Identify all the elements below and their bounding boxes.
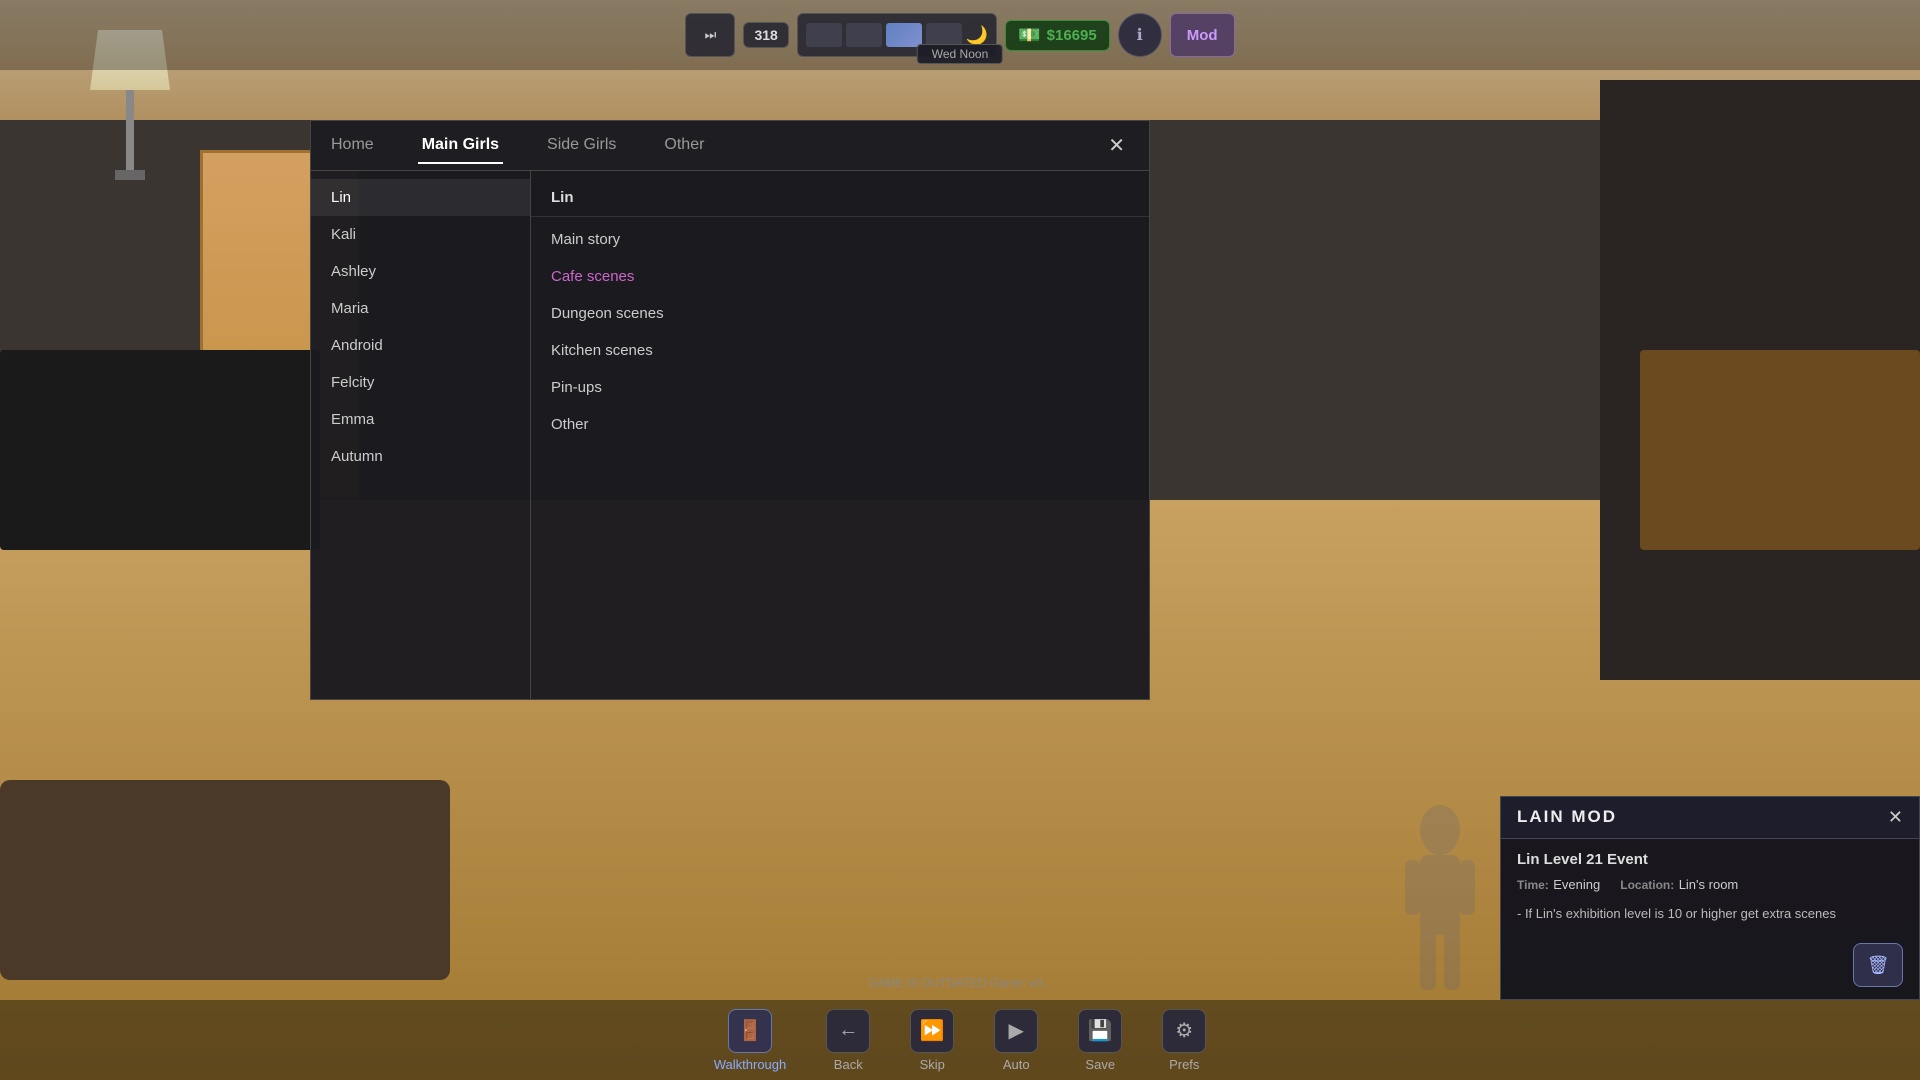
money-icon: 💵 — [1018, 25, 1040, 46]
skip-icon: ⏩ — [910, 1009, 954, 1053]
char-item-lin[interactable]: Lin — [311, 179, 530, 216]
day-counter: 318 — [743, 22, 788, 48]
walkthrough-label: Walkthrough — [714, 1057, 787, 1072]
scene-kitchen-scenes[interactable]: Kitchen scenes — [531, 332, 1149, 369]
lain-mod-title: LAIN MOD — [1517, 807, 1617, 827]
lain-mod-panel: LAIN MOD ✕ Lin Level 21 Event Time: Even… — [1500, 796, 1920, 1001]
mod-button[interactable]: Mod — [1170, 13, 1235, 57]
lain-mod-event-title: Lin Level 21 Event — [1517, 851, 1903, 868]
prefs-button[interactable]: ⚙ Prefs — [1162, 1009, 1206, 1072]
skip-button[interactable]: ⏩ Skip — [910, 1009, 954, 1072]
tab-side-girls[interactable]: Side Girls — [543, 128, 620, 164]
scene-cafe-scenes[interactable]: Cafe scenes — [531, 258, 1149, 295]
time-segment-3-active — [886, 23, 922, 47]
panel-tabs: Home Main Girls Side Girls Other ✕ — [311, 121, 1149, 171]
panel-close-button[interactable]: ✕ — [1100, 129, 1133, 162]
couch-decoration — [0, 780, 450, 980]
scene-panel: Lin Main story Cafe scenes Dungeon scene… — [531, 171, 1149, 699]
back-button[interactable]: ← Back — [826, 1009, 870, 1072]
fast-forward-button[interactable]: ⏭ — [685, 13, 735, 57]
auto-icon: ▶ — [994, 1009, 1038, 1053]
auto-label: Auto — [1003, 1057, 1030, 1072]
back-icon: ← — [826, 1009, 870, 1053]
lain-mod-footer: 🗑 — [1501, 935, 1919, 999]
auto-button[interactable]: ▶ Auto — [994, 1009, 1038, 1072]
char-item-ashley[interactable]: Ashley — [311, 253, 530, 290]
lain-mod-body: Lin Level 21 Event Time: Evening Locatio… — [1501, 839, 1919, 936]
prefs-icon: ⚙ — [1162, 1009, 1206, 1053]
char-item-android[interactable]: Android — [311, 327, 530, 364]
lain-mod-time: Time: Evening — [1517, 876, 1600, 894]
outdated-notice: GAME IS OUTDATED Game: v0... — [868, 976, 1052, 990]
selected-char-header: Lin — [531, 179, 1149, 217]
bottom-bar: 🚪 Walkthrough ← Back ⏩ Skip ▶ Auto 💾 Sav… — [0, 1000, 1920, 1080]
lain-mod-close-button[interactable]: ✕ — [1888, 807, 1903, 828]
scene-main-story[interactable]: Main story — [531, 221, 1149, 258]
char-item-autumn[interactable]: Autumn — [311, 438, 530, 475]
char-item-kali[interactable]: Kali — [311, 216, 530, 253]
scene-other[interactable]: Other — [531, 406, 1149, 443]
walkthrough-button[interactable]: 🚪 Walkthrough — [714, 1009, 787, 1072]
character-silhouette — [1380, 800, 1500, 1000]
moon-icon: 🌙 — [966, 25, 988, 46]
save-icon: 💾 — [1078, 1009, 1122, 1053]
lamp-pole — [126, 90, 134, 170]
lamp-base — [115, 170, 145, 180]
character-list: Lin Kali Ashley Maria Android Felcity Em… — [311, 171, 531, 699]
tab-main-girls[interactable]: Main Girls — [418, 128, 503, 164]
lain-mod-location: Location: Lin's room — [1620, 876, 1738, 894]
time-display: Wed Noon — [917, 44, 1003, 64]
char-item-emma[interactable]: Emma — [311, 401, 530, 438]
counter-decoration — [1640, 350, 1920, 550]
lain-mod-meta: Time: Evening Location: Lin's room — [1517, 876, 1903, 894]
panel-body: Lin Kali Ashley Maria Android Felcity Em… — [311, 171, 1149, 699]
tab-other[interactable]: Other — [660, 128, 708, 164]
money-value: $16695 — [1047, 27, 1097, 44]
lain-mod-description: - If Lin's exhibition level is 10 or hig… — [1517, 904, 1903, 924]
piano-decoration — [0, 350, 320, 550]
money-display: 💵 $16695 — [1005, 20, 1109, 51]
main-panel: Home Main Girls Side Girls Other ✕ Lin K… — [310, 120, 1150, 700]
lain-mod-delete-button[interactable]: 🗑 — [1853, 943, 1903, 987]
scene-pin-ups[interactable]: Pin-ups — [531, 369, 1149, 406]
back-label: Back — [834, 1057, 863, 1072]
time-segment-1 — [806, 23, 842, 47]
top-toolbar: ⏭ 318 🌙 💵 $16695 ℹ Mod Wed Noon — [0, 0, 1920, 70]
scene-dungeon-scenes[interactable]: Dungeon scenes — [531, 295, 1149, 332]
tab-home[interactable]: Home — [327, 128, 378, 164]
save-button[interactable]: 💾 Save — [1078, 1009, 1122, 1072]
info-button[interactable]: ℹ — [1118, 13, 1162, 57]
char-item-maria[interactable]: Maria — [311, 290, 530, 327]
fast-forward-icon: ⏭ — [705, 27, 717, 43]
walkthrough-icon: 🚪 — [728, 1009, 772, 1053]
lain-mod-header: LAIN MOD ✕ — [1501, 797, 1919, 839]
prefs-label: Prefs — [1169, 1057, 1199, 1072]
char-item-felcity[interactable]: Felcity — [311, 364, 530, 401]
time-segment-2 — [846, 23, 882, 47]
skip-label: Skip — [920, 1057, 945, 1072]
save-label: Save — [1085, 1057, 1115, 1072]
